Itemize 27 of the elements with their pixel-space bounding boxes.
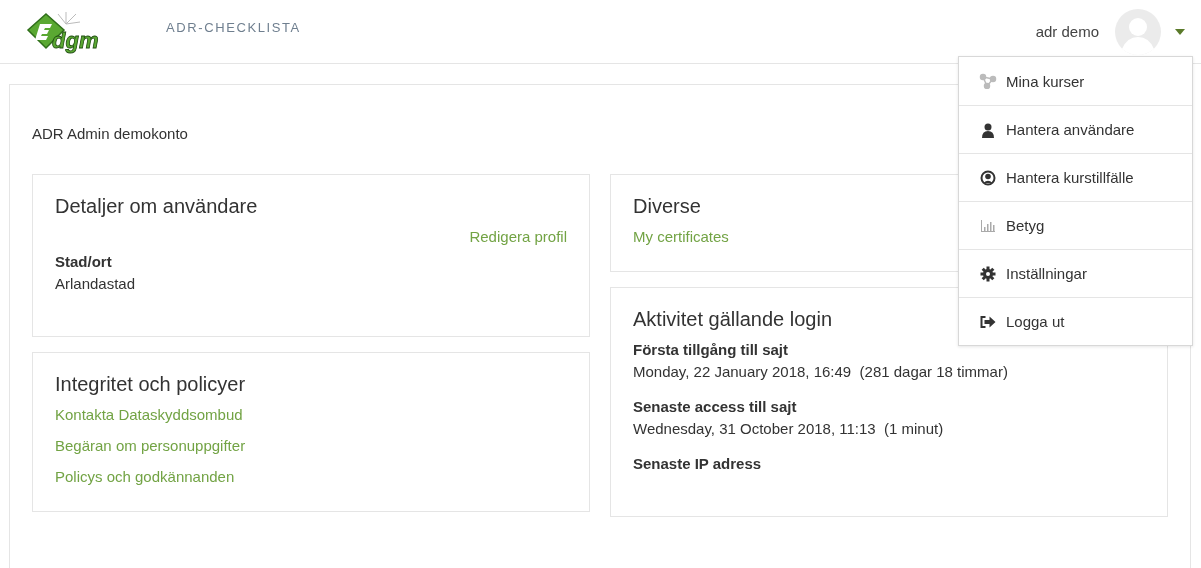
bar-chart-icon — [979, 218, 997, 233]
page-heading: ADR Admin demokonto — [32, 125, 188, 142]
menu-item[interactable]: Mina kurser — [959, 57, 1192, 105]
field-label: Senaste IP adress — [633, 455, 763, 472]
menu-item[interactable]: Hantera användare — [959, 105, 1192, 153]
menu-item[interactable]: Betyg — [959, 201, 1192, 249]
menu-item[interactable]: Inställningar — [959, 249, 1192, 297]
logout-icon — [979, 314, 997, 329]
field-label: Senaste access till sajt — [633, 398, 798, 415]
site-name[interactable]: ADR-CHECKLISTA — [166, 20, 301, 35]
field-value: Monday, 22 January 2018, 16:49 (281 dagar 18 timmar) — [633, 363, 1008, 380]
user-icon — [979, 121, 997, 138]
field-label: Stad/ort — [55, 253, 113, 270]
menu-item[interactable]: Logga ut — [959, 297, 1192, 345]
caret-icon[interactable] — [1175, 28, 1185, 35]
field-value: Arlandastad — [55, 275, 136, 292]
user-name[interactable]: adr demo — [1035, 23, 1099, 40]
card-title: Integritet och policyer — [55, 373, 246, 396]
card-title: Diverse — [633, 195, 701, 218]
gear-icon — [979, 265, 997, 282]
menu-item[interactable]: Hantera kurstillfälle — [959, 153, 1192, 201]
card-title: Detaljer om användare — [55, 195, 258, 218]
card-title: Aktivitet gällande login — [633, 308, 832, 331]
user-circle-icon — [979, 169, 997, 186]
field-label: Första tillgång till sajt — [633, 341, 790, 358]
field-value: Wednesday, 31 October 2018, 11:13 (1 minut) — [633, 420, 944, 437]
network-icon — [979, 73, 997, 89]
